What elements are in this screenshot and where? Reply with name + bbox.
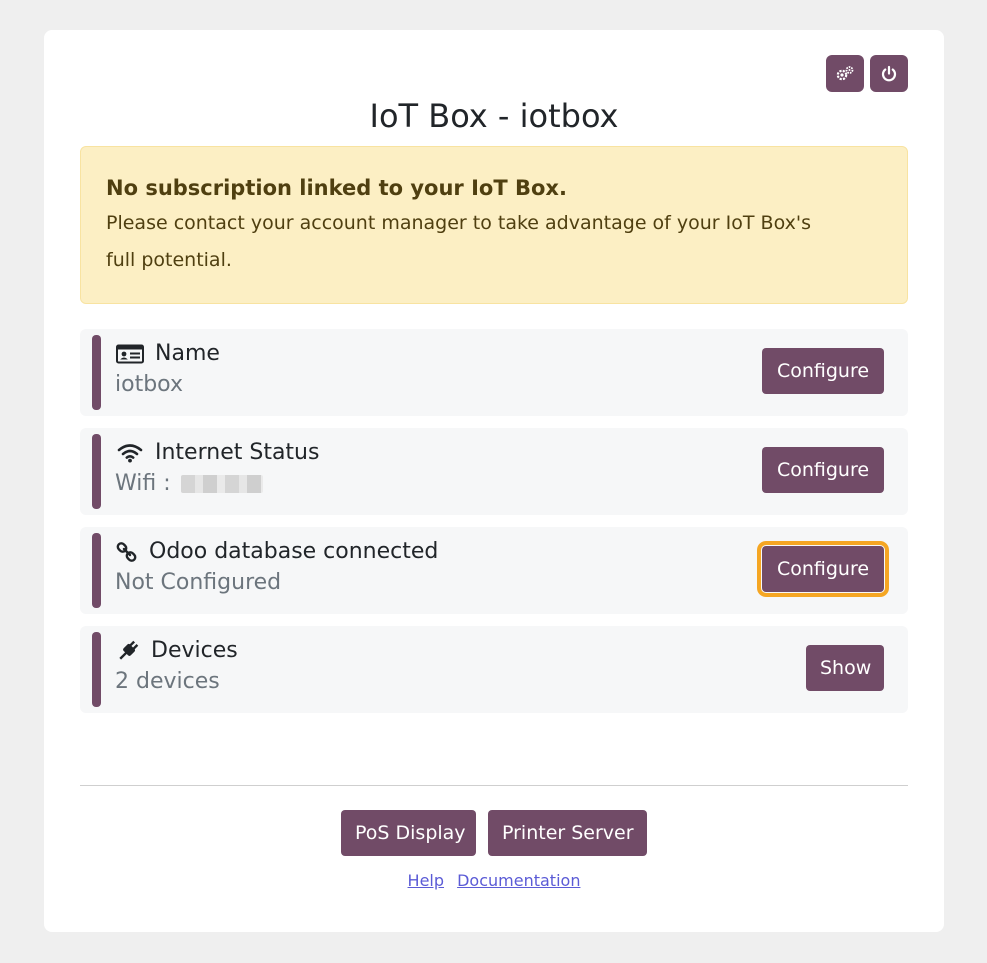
row-header: Internet Status [115,439,319,467]
documentation-link[interactable]: Documentation [457,871,580,890]
row-header: Name [115,340,220,368]
plug-icon [115,638,141,664]
footer-divider [80,785,908,786]
row-value: Wifi : [115,469,263,499]
wifi-icon [115,440,145,466]
internet-status-row: Internet Status Wifi : Configure [80,428,908,515]
row-header: Devices [115,637,238,665]
row-value: iotbox [115,372,183,397]
row-label: Devices [151,638,238,663]
configure-database-button[interactable]: Configure [757,541,889,597]
subscription-alert: No subscription linked to your IoT Box. … [80,146,908,304]
odoo-database-row: Odoo database connected Not Configured C… [80,527,908,614]
gears-icon [836,65,854,80]
redacted-ssid [180,475,263,493]
row-accent-bar [92,434,101,509]
help-link[interactable]: Help [408,871,444,890]
row-accent-bar [92,632,101,707]
page-title: IoT Box - iotbox [369,97,619,135]
alert-text: Please contact your account manager to t… [106,212,811,271]
devices-row: Devices 2 devices Show [80,626,908,713]
row-accent-bar [92,533,101,608]
row-header: Odoo database connected [115,538,438,566]
row-label: Odoo database connected [149,539,439,564]
row-value: Not Configured [115,570,282,595]
show-devices-button[interactable]: Show [806,645,884,691]
footer-links: Help Documentation [44,871,944,890]
wifi-label: Wifi : [115,471,171,496]
row-value: 2 devices [115,669,220,694]
row-label: Internet Status [155,440,320,465]
footer-buttons: PoS Display Printer Server [44,810,944,856]
id-card-icon [115,341,145,367]
power-icon [881,65,897,81]
alert-title: No subscription linked to your IoT Box. [106,176,567,200]
iot-box-card: IoT Box - iotbox No subscription linked … [44,30,944,932]
configure-internet-button[interactable]: Configure [762,447,884,493]
link-icon [115,539,139,565]
configure-name-button[interactable]: Configure [762,348,884,394]
row-label: Name [155,341,220,366]
power-button[interactable] [870,55,908,92]
name-row: Name iotbox Configure [80,329,908,416]
settings-button[interactable] [826,55,864,92]
pos-display-button[interactable]: PoS Display [341,810,476,856]
printer-server-button[interactable]: Printer Server [488,810,647,856]
row-accent-bar [92,335,101,410]
